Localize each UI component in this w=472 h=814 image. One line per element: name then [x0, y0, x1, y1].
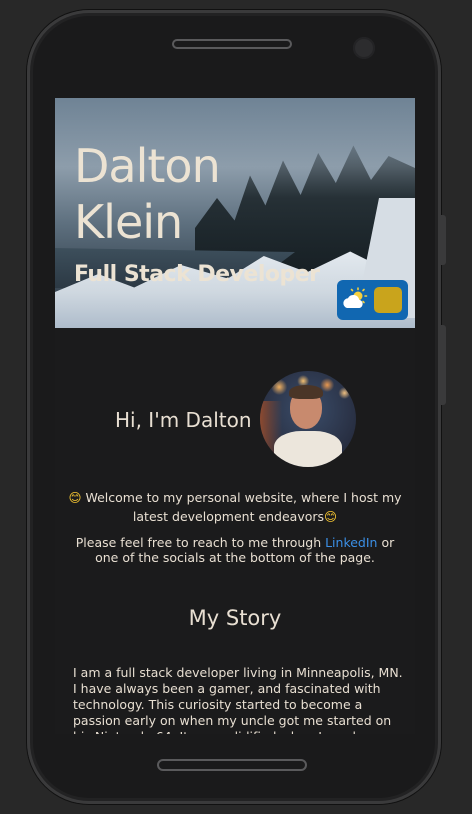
- theme-toggle-knob[interactable]: [374, 287, 402, 313]
- power-button: [441, 325, 446, 405]
- hero-banner: Dalton Klein Full Stack Developer: [55, 98, 415, 328]
- greeting-heading: Hi, I'm Dalton: [115, 408, 252, 432]
- hero-name: Dalton Klein: [74, 139, 221, 249]
- welcome-text: 😊 Welcome to my personal website, where …: [65, 488, 405, 526]
- welcome-message: Welcome to my personal website, where I …: [85, 490, 402, 524]
- camera-icon: [353, 37, 375, 59]
- avatar-shirt: [274, 431, 342, 467]
- linkedin-link[interactable]: LinkedIn: [325, 535, 377, 550]
- smile-emoji-icon: 😊: [68, 490, 82, 505]
- intro-section: Hi, I'm Dalton: [55, 371, 415, 471]
- hero-subtitle: Full Stack Developer: [74, 262, 320, 287]
- contact-text: Please feel free to reach to me through …: [65, 535, 405, 565]
- volume-button: [441, 215, 446, 265]
- avatar-hair: [289, 385, 323, 399]
- phone-screen: Dalton Klein Full Stack Developer Hi, I'…: [55, 98, 415, 734]
- story-body: I am a full stack developer living in Mi…: [73, 665, 403, 734]
- theme-toggle-button[interactable]: [337, 280, 408, 320]
- avatar: [260, 371, 356, 467]
- home-button[interactable]: [157, 759, 307, 771]
- story-heading: My Story: [188, 606, 282, 630]
- smile-emoji-icon: 😊: [324, 509, 338, 524]
- partly-cloudy-icon: [343, 287, 368, 308]
- contact-text-before: Please feel free to reach to me through: [75, 535, 326, 550]
- phone-speaker: [172, 39, 292, 49]
